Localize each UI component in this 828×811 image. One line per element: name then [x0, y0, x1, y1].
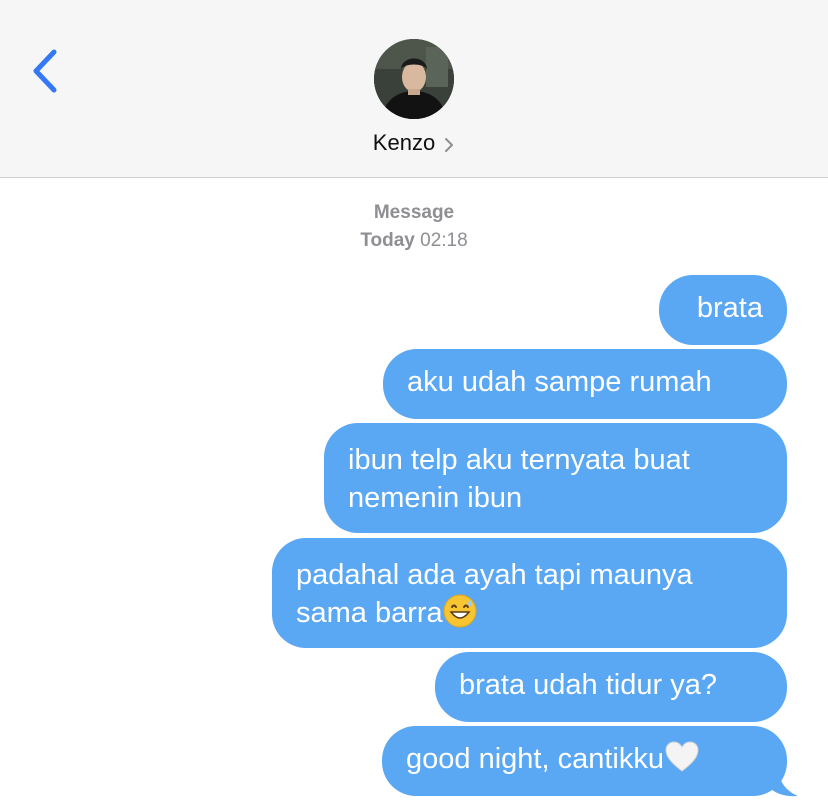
service-label: Message [373, 202, 455, 223]
message-text-line: nemenin ibun [348, 482, 523, 514]
message-bubble[interactable]: brata udah tidur ya? [435, 652, 787, 722]
message-text-line: padahal ada ayah tapi maunya [296, 559, 693, 591]
back-button[interactable] [28, 46, 68, 96]
conversation-header: Kenzo [0, 0, 828, 178]
message-text-line: ibun telp aku ternyata buat [348, 444, 690, 476]
contact-name: Kenzo [372, 130, 436, 155]
message-text: brata [696, 292, 763, 324]
message-text-line: sama barra [296, 597, 443, 629]
message-bubble[interactable]: good night, cantikku [382, 726, 787, 796]
bubble-tail [770, 768, 800, 798]
date-label: Today [360, 230, 415, 251]
chevron-left-icon [33, 49, 57, 93]
message-bubble[interactable]: padahal ada ayah tapi maunya sama barra [272, 538, 787, 648]
white-heart-emoji [664, 740, 700, 784]
message-bubble[interactable]: ibun telp aku ternyata buat nemenin ibun [324, 423, 787, 533]
message-text: brata udah tidur ya? [459, 669, 717, 701]
grinning-sweat-emoji [443, 594, 477, 638]
message-text: aku udah sampe rumah [407, 366, 712, 398]
timestamp: Today 02:18 [0, 230, 828, 252]
contact-photo [374, 39, 454, 119]
message-text: good night, cantikku [406, 743, 664, 775]
message-bubble[interactable]: aku udah sampe rumah [383, 349, 787, 419]
chevron-right-icon [443, 134, 455, 152]
time-label: 02:18 [420, 230, 468, 251]
contact-name-button[interactable]: Kenzo [0, 127, 828, 159]
message-bubble[interactable]: brata [659, 275, 787, 345]
avatar[interactable] [374, 39, 454, 119]
